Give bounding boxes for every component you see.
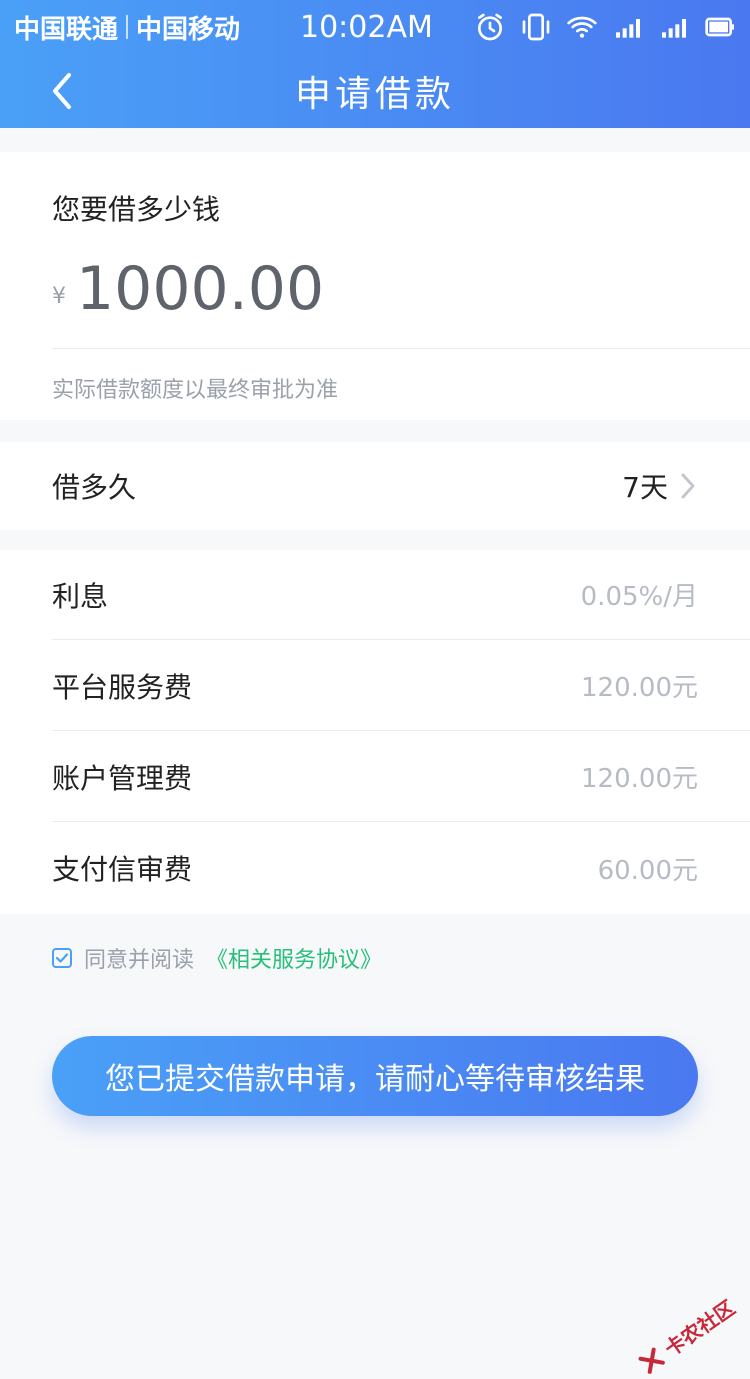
fee-label: 平台服务费 <box>52 670 193 704</box>
signal-icon-2 <box>662 19 686 38</box>
chevron-right-icon <box>681 473 695 499</box>
fees-card: 利息 0.05%/月 平台服务费 120.00元 账户管理费 120.00元 支… <box>0 550 750 914</box>
term-row[interactable]: 借多久 7天 <box>52 442 698 530</box>
battery-icon <box>705 17 734 37</box>
term-label: 借多久 <box>52 471 137 504</box>
fee-row-account: 账户管理费 120.00元 <box>52 732 750 822</box>
carriers: 中国联通 中国移动 <box>14 9 240 46</box>
watermark-logo-icon <box>638 1347 665 1374</box>
fee-label: 支付信审费 <box>52 853 193 886</box>
page-title: 申请借款 <box>294 74 455 115</box>
watermark-text: 卡农社区 <box>660 1295 740 1362</box>
carrier-1: 中国联通 <box>14 14 119 45</box>
alarm-icon <box>478 13 502 41</box>
agreement-text: 同意并阅读 <box>84 948 195 973</box>
term-selector[interactable]: 7天 <box>622 466 698 506</box>
fee-row-platform: 平台服务费 120.00元 <box>52 641 750 731</box>
term-card[interactable]: 借多久 7天 <box>0 442 750 530</box>
fee-value: 60.00元 <box>597 855 698 886</box>
header: 中国联通 中国移动 10:02AM 申请借款 <box>0 0 750 128</box>
watermark: 卡农社区 <box>633 1292 740 1379</box>
amount-input[interactable]: 1000.00 <box>76 254 324 324</box>
back-button[interactable] <box>40 66 84 116</box>
currency-symbol: ¥ <box>52 284 66 309</box>
carrier-separator <box>126 15 129 39</box>
amount-label: 您要借多少钱 <box>52 193 221 226</box>
agreement-link[interactable]: 《相关服务协议》 <box>206 942 382 974</box>
agreement-row: 同意并阅读 《相关服务协议》 <box>52 942 382 974</box>
navbar: 申请借款 <box>0 54 750 128</box>
agreement-checkbox[interactable] <box>52 948 72 968</box>
status-icons <box>474 11 736 43</box>
vibrate-icon <box>522 13 550 41</box>
status-time: 10:02AM <box>300 9 433 45</box>
amount-card: 您要借多少钱 ¥ 1000.00 实际借款额度以最终审批为准 <box>0 152 750 420</box>
amount-hint: 实际借款额度以最终审批为准 <box>52 378 339 403</box>
wifi-icon <box>567 16 597 38</box>
fee-row-payment-review: 支付信审费 60.00元 <box>52 823 750 913</box>
checkmark-icon <box>55 953 69 963</box>
fee-value: 120.00元 <box>581 673 698 703</box>
amount-divider <box>52 348 750 349</box>
back-arrow-icon <box>53 73 71 109</box>
submit-button[interactable]: 您已提交借款申请，请耐心等待审核结果 <box>52 1036 698 1116</box>
signal-icon-1 <box>616 19 640 38</box>
term-value: 7天 <box>622 471 668 504</box>
fee-value: 0.05%/月 <box>580 582 698 612</box>
fee-row-interest: 利息 0.05%/月 <box>52 550 750 640</box>
fee-value: 120.00元 <box>581 764 698 794</box>
fee-label: 利息 <box>52 579 109 613</box>
carrier-2: 中国移动 <box>136 14 241 45</box>
status-bar: 中国联通 中国移动 10:02AM <box>0 0 750 54</box>
fee-label: 账户管理费 <box>52 761 193 795</box>
